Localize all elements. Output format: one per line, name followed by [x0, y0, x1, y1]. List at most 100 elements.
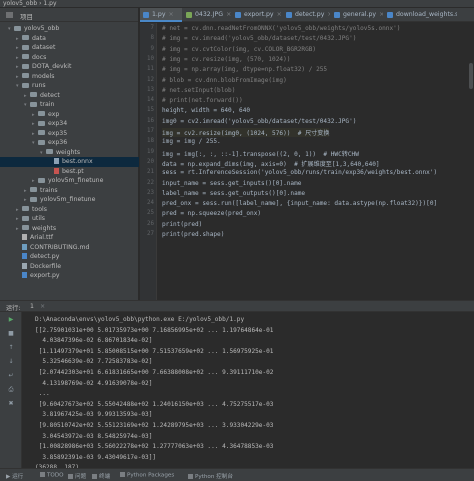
code-line[interactable]: # img = cv.imread('yolov5_obb/dataset/te… — [162, 35, 356, 42]
code-line[interactable]: # img = np.array(img, dtype=np.float32) … — [162, 66, 327, 73]
tree-item-label: yolov5m_finetune — [40, 196, 96, 203]
scroll-down-icon[interactable]: ↓ — [7, 358, 15, 365]
tree-item[interactable]: ▾ train — [0, 100, 139, 110]
code-line[interactable]: data = np.expand_dims(img, axis=0) # 扩展维… — [162, 159, 380, 168]
code-line[interactable]: pred_onx = sess.run([label_name], {input… — [162, 200, 437, 207]
editor-tab[interactable]: 0432.JPG × — [183, 8, 231, 22]
line-number: 25 — [147, 210, 154, 217]
line-number: 22 — [147, 179, 154, 186]
bottom-tool-tab[interactable]: ▶ 运行 — [6, 472, 23, 480]
line-number: 18 — [147, 138, 154, 145]
editor-tab[interactable]: download_weights.sh× — [384, 8, 457, 22]
code-line[interactable]: sess = rt.InferenceSession('yolov5_obb/r… — [162, 169, 437, 176]
tree-item[interactable]: ▸ detect — [0, 91, 139, 101]
tree-item-label: docs — [32, 53, 47, 61]
tree-item[interactable]: ▸ exp — [0, 110, 139, 120]
tab-close-icon[interactable]: × — [226, 11, 231, 18]
file-icon — [54, 158, 59, 164]
run-console[interactable]: D:\Anaconda\envs\yolov5_obb\python.exe E… — [23, 312, 474, 468]
tool-window-icon — [92, 473, 97, 479]
run-tab-close-icon[interactable]: × — [40, 303, 45, 310]
tree-item[interactable]: ▸ yolov5m_finetune — [0, 195, 139, 205]
tab-close-icon[interactable]: × — [277, 11, 282, 18]
run-config-tab[interactable]: 1 — [30, 303, 34, 310]
project-panel: 项目 ▾ yolov5_obb ▸ data ▸ dataset ▸ docs ▸ DOTA_de… — [0, 8, 139, 300]
code-line[interactable]: img = img / 255. — [162, 138, 221, 145]
tree-item[interactable]: ▾ runs — [0, 81, 139, 91]
tree-item[interactable]: Dockerfile — [0, 262, 139, 272]
tree-item[interactable]: detect.py — [0, 252, 139, 262]
tree-item[interactable]: ▸ docs — [0, 53, 139, 63]
console-line: [1.00828986e+03 5.56022278e+02 1.2777706… — [35, 443, 274, 451]
tree-item-label: dataset — [32, 44, 56, 51]
editor-tab[interactable]: detect.py × — [283, 8, 330, 22]
tree-item[interactable]: ▸ exp34 — [0, 119, 139, 129]
line-number: 8 — [150, 35, 155, 42]
tree-item[interactable]: ▸ models — [0, 72, 139, 82]
tab-label: export.py — [244, 11, 274, 18]
code-line[interactable]: # print(net.forward()) — [162, 97, 243, 104]
code-line[interactable]: # img = cv.cvtColor(img, cv.COLOR_BGR2RG… — [162, 46, 316, 53]
print-icon[interactable]: ⎙ — [7, 386, 15, 393]
tree-item[interactable]: ▸ dataset — [0, 43, 139, 53]
tree-item-label: exp — [48, 110, 60, 118]
tree-item[interactable]: ▸ data — [0, 34, 139, 44]
tree-item[interactable]: best.pt — [0, 167, 139, 177]
tree-item[interactable]: ▸ tools — [0, 205, 139, 215]
tree-item[interactable]: ▸ utils — [0, 214, 139, 224]
tree-item[interactable]: ▸ yolov5m_finetune — [0, 176, 139, 186]
delete-icon[interactable]: ✖ — [7, 400, 15, 407]
code-line[interactable]: height, width = 640, 640 — [162, 107, 250, 114]
code-line[interactable]: # net = cv.dnn.readNetFromONNX('yolov5_o… — [162, 25, 400, 32]
editor-tab[interactable]: general.py × — [331, 8, 383, 22]
editor-tab[interactable]: export.py × — [232, 8, 282, 22]
project-panel-header[interactable]: 项目 — [0, 8, 138, 22]
editor-scrollbar[interactable] — [469, 63, 473, 89]
tree-item[interactable]: ▸ exp35 — [0, 129, 139, 139]
bottom-tool-tab[interactable]: TODO — [40, 472, 64, 479]
tab-close-icon[interactable]: × — [169, 11, 174, 18]
stop-icon[interactable]: ■ — [7, 330, 15, 337]
code-line[interactable]: pred = np.squeeze(pred_onx) — [162, 210, 261, 217]
tree-item[interactable]: ▾ yolov5_obb — [0, 24, 139, 34]
code-editor[interactable]: 7 8 9 10 11 12 13 14 15 16 17 18 19 20 21 22 23 24 25 26 27 … — [140, 23, 474, 300]
tree-item[interactable]: export.py — [0, 271, 139, 281]
code-line[interactable]: img = cv2.resize(img0, (1024, 576)) # 尺寸… — [162, 128, 330, 137]
bottom-tool-tab[interactable]: 问题 — [68, 472, 86, 480]
bottom-tool-tab[interactable]: Python Packages — [120, 472, 174, 479]
line-number: 20 — [147, 158, 154, 165]
tab-close-icon[interactable]: × — [327, 11, 330, 18]
tab-close-icon[interactable]: × — [379, 11, 383, 18]
console-line: 4.13198769e-02 4.91639078e-02] — [35, 379, 153, 387]
tree-item[interactable]: ▾ exp36 — [0, 138, 139, 148]
rerun-icon[interactable]: ▶ — [7, 316, 15, 323]
folder-icon — [22, 225, 29, 230]
code-line[interactable]: input_name = sess.get_inputs()[0].name — [162, 180, 301, 187]
code-line[interactable]: img0 = cv2.imread('yolov5_obb/dataset/te… — [162, 118, 356, 125]
tree-item[interactable]: ▸ weights — [0, 224, 139, 234]
code-line[interactable]: # net.setInput(blob) — [162, 87, 235, 94]
wrap-icon[interactable]: ↵ — [7, 372, 15, 379]
tree-item[interactable]: ▸ DOTA_devkit — [0, 62, 139, 72]
tree-item[interactable]: Arial.ttf — [0, 233, 139, 243]
tree-item[interactable]: ▾ weights — [0, 148, 139, 158]
bottom-tool-tab[interactable]: 终端 — [92, 472, 110, 480]
tree-item-label: Dockerfile — [30, 262, 62, 270]
code-line[interactable]: print(pred) — [162, 221, 202, 228]
bottom-tool-tab[interactable]: Python 控制台 — [188, 472, 233, 480]
line-number: 17 — [147, 128, 154, 134]
code-line[interactable]: # img = cv.resize(img, (570, 1024)) — [162, 56, 290, 63]
console-line: 3.81967425e-03 9.99313593e-03] — [35, 411, 153, 419]
code-line[interactable]: print(pred.shape) — [162, 231, 224, 238]
scroll-up-icon[interactable]: ↑ — [7, 344, 15, 351]
file-type-icon — [286, 12, 292, 18]
folder-icon — [38, 130, 45, 135]
tree-item[interactable]: best.onnx — [0, 157, 139, 167]
tree-item-label: weights — [32, 224, 57, 232]
code-line[interactable]: # blob = cv.dnn.blobFromImage(img) — [162, 77, 287, 84]
tree-item[interactable]: ▸ trains — [0, 186, 139, 196]
code-line[interactable]: img = img[:, :, ::-1].transpose((2, 0, 1… — [162, 149, 359, 158]
code-line[interactable]: label_name = sess.get_outputs()[0].name — [162, 190, 305, 197]
tree-item[interactable]: CONTRIBUTING.md — [0, 243, 139, 253]
editor-tab[interactable]: 1.py × — [140, 8, 182, 22]
